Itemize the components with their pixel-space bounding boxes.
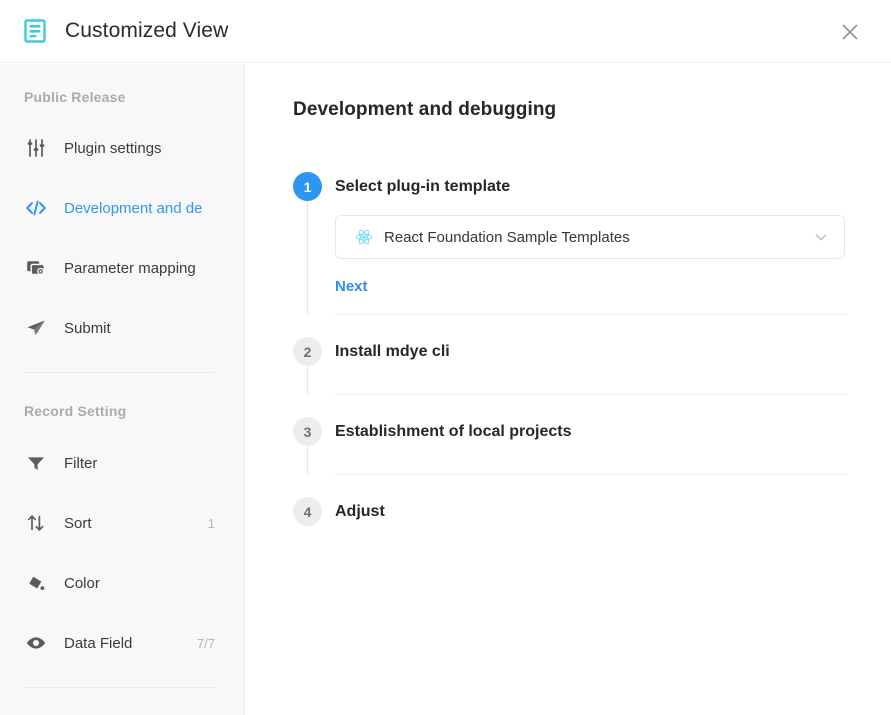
paper-plane-icon: [24, 316, 48, 340]
sidebar-item-label: Data Field: [64, 634, 133, 652]
step-number-badge: 2: [293, 337, 322, 366]
sliders-icon: [24, 136, 48, 160]
step-number-badge: 4: [293, 497, 322, 526]
step-title: Adjust: [335, 503, 385, 520]
sidebar-item-label: Parameter mapping: [64, 259, 196, 277]
steps-list: 1 Select plug-in template React Foundati…: [293, 172, 848, 526]
sidebar-item-color[interactable]: Color: [0, 563, 245, 603]
chevron-down-icon[interactable]: [814, 230, 828, 244]
next-button[interactable]: Next: [335, 278, 368, 295]
step-number-badge: 1: [293, 172, 322, 201]
sidebar-item-sort[interactable]: Sort 1: [0, 503, 245, 543]
sidebar-item-label: Submit: [64, 319, 111, 337]
paint-fill-icon: [24, 571, 48, 595]
step-title: Establishment of local projects: [335, 423, 572, 440]
sidebar-divider-top: [24, 372, 215, 373]
step-content: React Foundation Sample Templates Next: [335, 201, 848, 296]
page-title: Development and debugging: [293, 99, 557, 120]
step-number-badge: 3: [293, 417, 322, 446]
sidebar-item-label: Development and de: [64, 199, 203, 217]
sidebar-item-parameter-mapping[interactable]: Parameter mapping: [0, 248, 245, 288]
template-select-value: React Foundation Sample Templates: [384, 228, 630, 246]
code-brackets-icon: [24, 196, 48, 220]
sidebar-item-badge: 7/7: [196, 635, 215, 651]
sidebar-item-badge: 1: [207, 515, 215, 531]
sidebar-item-filter[interactable]: Filter: [0, 443, 245, 483]
sidebar: Public Release Plugin settings Developme…: [0, 64, 245, 715]
sidebar-divider-bottom: [24, 687, 215, 688]
sidebar-item-label: Color: [64, 574, 100, 592]
sidebar-item-data-field[interactable]: Data Field 7/7: [0, 623, 245, 663]
funnel-icon: [24, 451, 48, 475]
eye-icon: [24, 631, 48, 655]
step-rail: [307, 188, 308, 315]
step-title: Install mdye cli: [335, 343, 450, 360]
main-content: Development and debugging 1 Select plug-…: [246, 64, 891, 715]
sidebar-item-submit[interactable]: Submit: [0, 308, 245, 348]
react-logo-icon: [355, 228, 373, 246]
step-item: 2 Install mdye cli: [293, 315, 848, 395]
sidebar-item-plugin-settings[interactable]: Plugin settings: [0, 128, 245, 168]
sort-arrows-icon: [24, 511, 48, 535]
layers-gear-icon: [24, 256, 48, 280]
sidebar-item-label: Filter: [64, 454, 98, 472]
step-item: 1 Select plug-in template React Foundati…: [293, 172, 848, 315]
dialog-header: Customized View: [0, 0, 891, 63]
sidebar-section-title-public-release: Public Release: [24, 89, 126, 105]
close-icon[interactable]: [835, 17, 865, 47]
sidebar-section-title-record-setting: Record Setting: [24, 403, 127, 419]
sidebar-item-label: Sort: [64, 514, 92, 532]
sidebar-item-label: Plugin settings: [64, 139, 162, 157]
step-item: 4 Adjust: [293, 475, 848, 526]
dialog-title: Customized View: [65, 19, 229, 42]
document-lines-icon: [22, 18, 48, 44]
step-item: 3 Establishment of local projects: [293, 395, 848, 475]
sidebar-item-development-and-debugging[interactable]: Development and de: [0, 188, 245, 228]
step-title: Select plug-in template: [335, 178, 511, 195]
template-select[interactable]: React Foundation Sample Templates: [335, 215, 845, 259]
customized-view-dialog: Customized View Public Release Plugin se…: [0, 0, 891, 715]
